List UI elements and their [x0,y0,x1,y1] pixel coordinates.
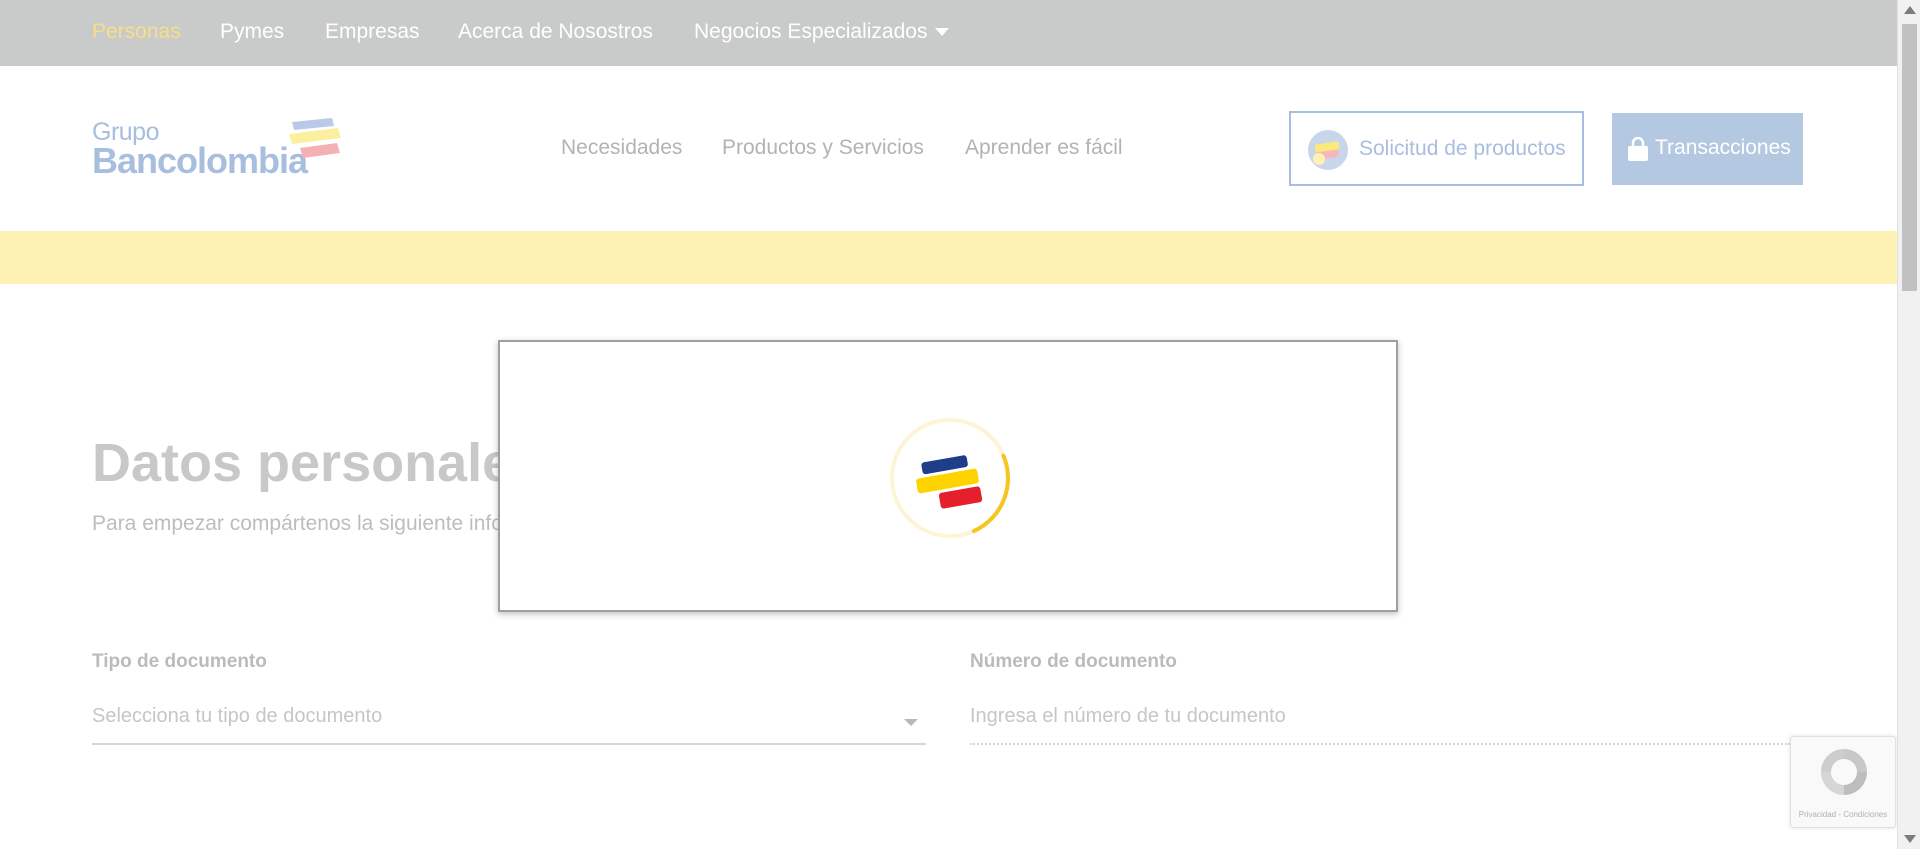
document-number-label: Número de documento [970,651,1177,672]
transacciones-button[interactable]: Transacciones [1612,113,1803,185]
recaptcha-icon [1821,749,1867,795]
topnav-negocios-label: Negocios Especializados [694,20,928,43]
solicitud-productos-button[interactable]: Solicitud de productos [1289,111,1584,186]
loading-modal [498,340,1398,612]
page-scrollbar[interactable] [1897,0,1920,849]
topnav-empresas[interactable]: Empresas [325,20,420,44]
document-type-placeholder: Selecciona tu tipo de documento [92,705,383,727]
topnav-negocios-especializados[interactable]: Negocios Especializados [694,20,950,44]
nav-productos-servicios[interactable]: Productos y Servicios [722,136,924,160]
main-header: Grupo Bancolombia Necesidades Productos … [0,66,1897,231]
logo-text-bancolombia: Bancolombia [92,140,308,181]
chevron-down-icon [904,719,918,726]
nav-aprender-es-facil[interactable]: Aprender es fácil [965,136,1123,160]
scroll-down-arrow-icon[interactable] [1904,835,1916,843]
nav-necesidades[interactable]: Necesidades [561,136,682,160]
topnav-personas[interactable]: Personas [92,20,181,44]
top-navigation-bar: Personas Pymes Empresas Acerca de Nosost… [0,0,1897,66]
scrollbar-thumb[interactable] [1902,24,1917,291]
document-number-placeholder: Ingresa el número de tu documento [970,705,1286,727]
recaptcha-links[interactable]: Privacidad - Condiciones [1791,810,1895,819]
recaptcha-badge[interactable]: Privacidad - Condiciones [1790,736,1896,828]
bancolombia-loading-spinner-icon [890,418,1010,538]
page-title: Datos personales [92,433,543,493]
transacciones-label: Transacciones [1655,136,1791,159]
notice-banner [0,231,1897,284]
products-icon [1308,130,1348,170]
chevron-down-icon [935,28,950,37]
document-type-label: Tipo de documento [92,651,267,672]
document-type-select[interactable]: Selecciona tu tipo de documento [92,705,926,745]
logo-stripes-icon [289,118,341,158]
scroll-up-arrow-icon[interactable] [1904,6,1916,14]
topnav-acerca[interactable]: Acerca de Nosostros [458,20,653,44]
topnav-pymes[interactable]: Pymes [220,20,284,44]
document-number-input[interactable]: Ingresa el número de tu documento [970,705,1790,745]
bancolombia-logo[interactable]: Grupo Bancolombia [92,118,352,188]
lock-icon [1628,137,1648,161]
solicitud-productos-label: Solicitud de productos [1359,137,1566,160]
